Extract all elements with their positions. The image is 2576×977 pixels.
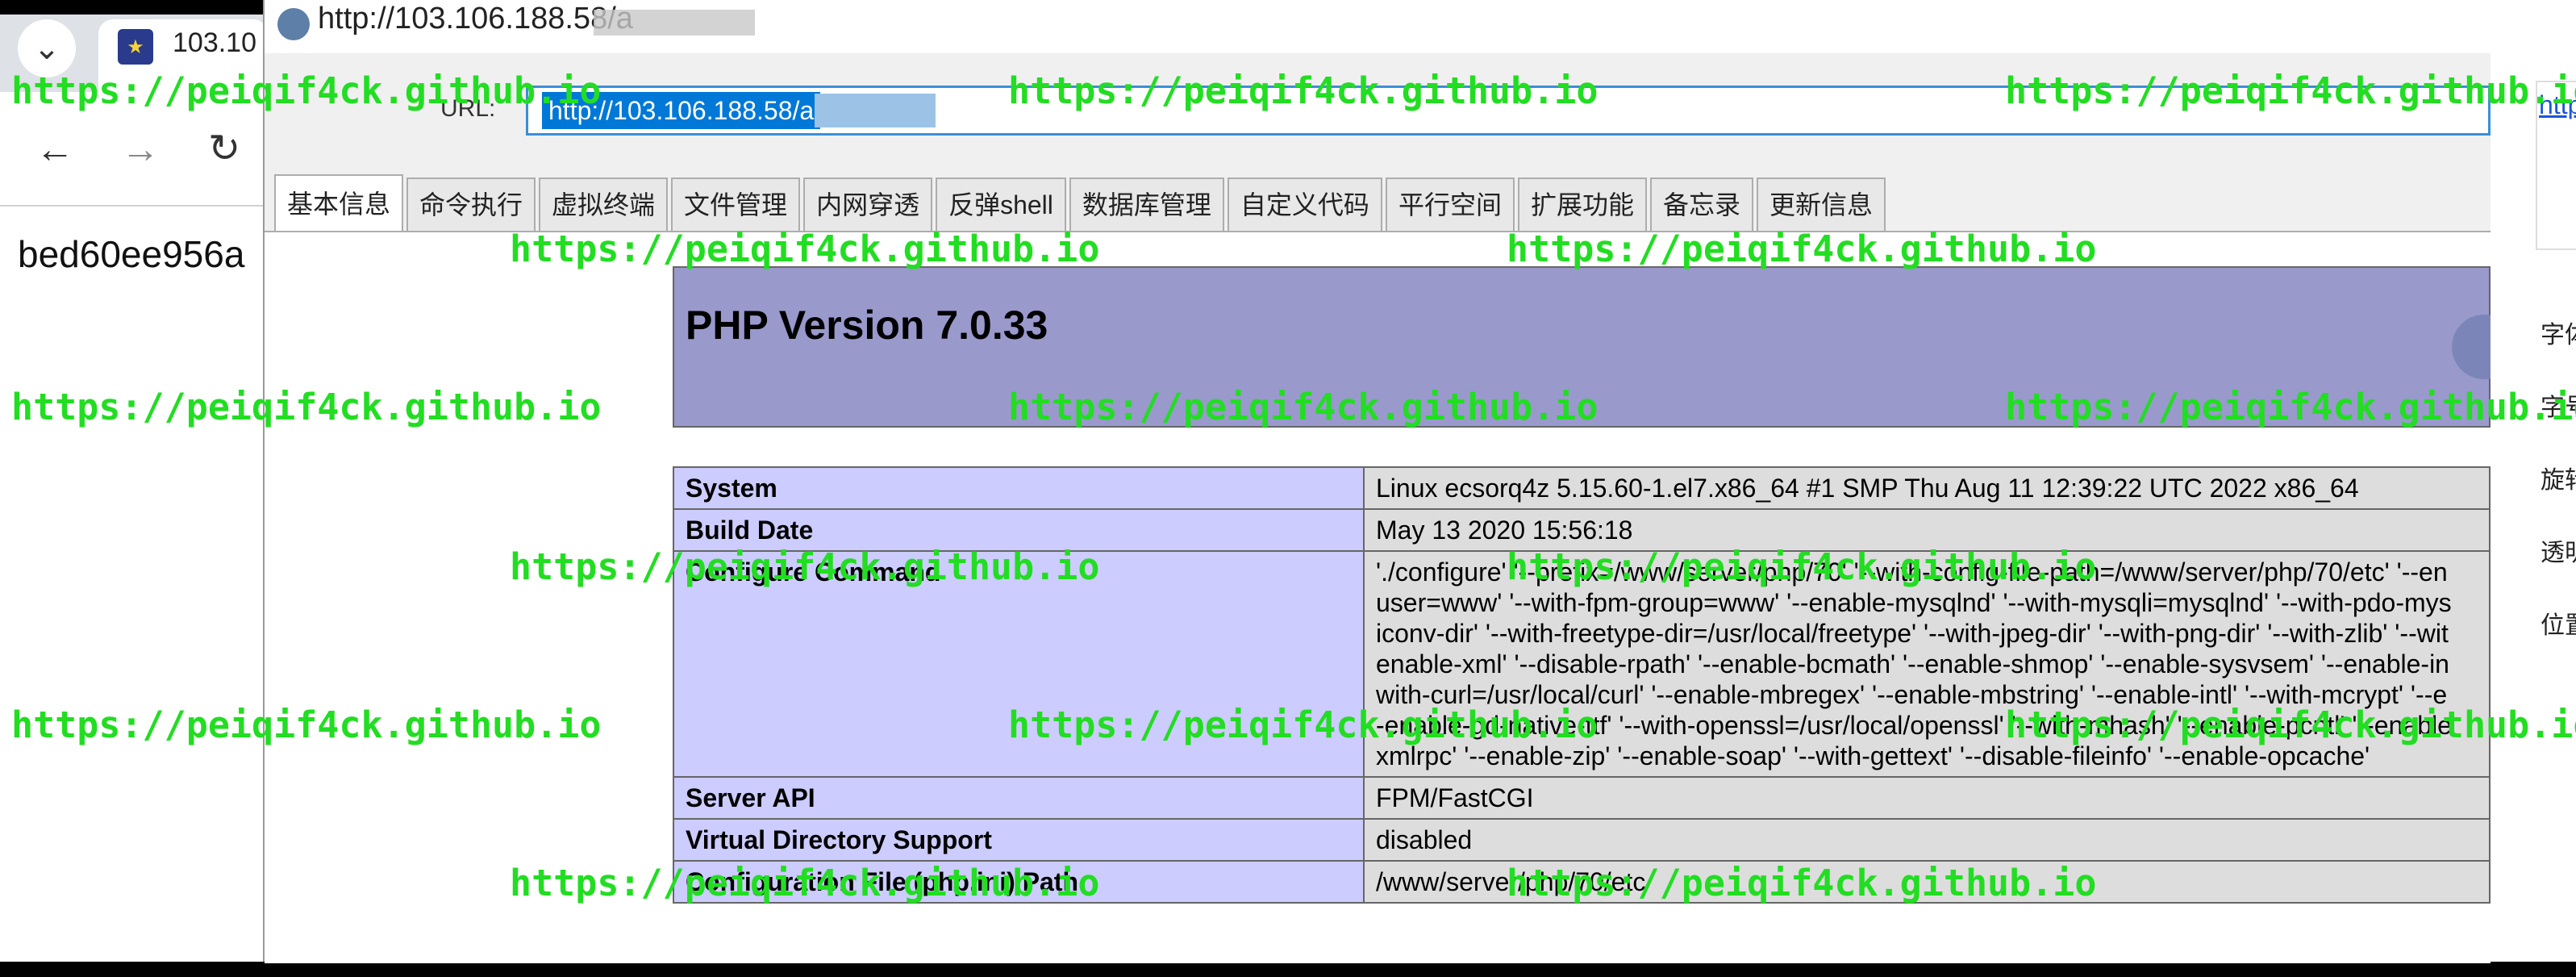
browser-tab-title: 103.10 <box>173 27 256 58</box>
side-label-size: 字号 <box>2541 395 2576 421</box>
side-label-opacity: 透明 <box>2541 540 2576 566</box>
tab-intranet-tunnel[interactable]: 内网穿透 <box>803 177 933 231</box>
tab-command-exec[interactable]: 命令执行 <box>406 177 536 231</box>
tab-memo[interactable]: 备忘录 <box>1649 177 1753 231</box>
chevron-down-icon: ⌄ <box>33 31 60 66</box>
tab-search-button[interactable]: ⌄ <box>18 19 76 77</box>
side-label-position: 位置 <box>2541 612 2576 639</box>
table-value: FPM/FastCGI <box>1363 776 2491 820</box>
redacted-blur <box>594 10 755 35</box>
tab-basic-info[interactable]: 基本信息 <box>274 174 404 231</box>
side-label-font: 字体 <box>2541 322 2576 349</box>
configure-line: iconv-dir' '--with-freetype-dir=/usr/loc… <box>1376 619 2449 648</box>
bottom-frame-bar <box>0 962 2576 977</box>
configure-line: with-curl=/usr/local/curl' '--enable-mbr… <box>1376 680 2448 709</box>
side-link[interactable]: http <box>2539 90 2576 120</box>
site-favicon-icon: ★ <box>118 29 153 65</box>
table-key: Build Date <box>673 508 1365 552</box>
phpinfo-table: System Linux ecsorq4z 5.15.60-1.el7.x86_… <box>673 466 2491 904</box>
configure-line: -enable-gd-native-ttf' '--with-openssl=/… <box>1376 711 2452 740</box>
table-key: Virtual Directory Support <box>673 818 1365 862</box>
configure-line: xmlrpc' '--enable-zip' '--enable-soap' '… <box>1376 741 2370 770</box>
side-label-rotate: 旋转 <box>2541 467 2576 494</box>
table-value: May 13 2020 15:56:18 <box>1363 508 2491 552</box>
table-key: Configure Command <box>673 550 1365 778</box>
table-key: Server API <box>673 776 1365 820</box>
table-value-configure: './configure' '--prefix=/www/server/php/… <box>1363 550 2491 778</box>
redacted-blur <box>815 94 936 127</box>
table-row: Server API FPM/FastCGI <box>673 776 2491 820</box>
table-row: Build Date May 13 2020 15:56:18 <box>673 508 2491 552</box>
window-title: http://103.106.188.58/a <box>318 2 633 35</box>
table-key: System <box>673 466 1365 510</box>
table-row: System Linux ecsorq4z 5.15.60-1.el7.x86_… <box>673 466 2491 510</box>
table-key: Configuration File (php.ini) Path <box>673 860 1365 904</box>
configure-line: user=www' '--with-fpm-group=www' '--enab… <box>1376 588 2452 617</box>
tab-virtual-terminal[interactable]: 虚拟终端 <box>539 177 669 231</box>
configure-line: enable-xml' '--disable-rpath' '--enable-… <box>1376 649 2449 678</box>
arrow-right-icon[interactable]: → <box>121 127 160 172</box>
table-value: disabled <box>1363 818 2491 862</box>
function-tabs: 基本信息 命令执行 虚拟终端 文件管理 内网穿透 反弹shell 数据库管理 自… <box>274 174 1886 232</box>
php-version-title: PHP Version 7.0.33 <box>686 303 1048 348</box>
tab-custom-code[interactable]: 自定义代码 <box>1227 177 1382 231</box>
url-input-value[interactable]: http://103.106.188.58/a <box>542 92 821 129</box>
table-row: Virtual Directory Support disabled <box>673 818 2491 862</box>
arrow-left-icon[interactable]: ← <box>35 127 74 172</box>
url-label: URL: <box>440 95 496 122</box>
tab-extensions[interactable]: 扩展功能 <box>1517 177 1647 231</box>
app-icon <box>277 8 310 40</box>
table-row: Configure Command './configure' '--prefi… <box>673 550 2491 778</box>
tab-parallel-space[interactable]: 平行空间 <box>1385 177 1515 231</box>
table-value: /www/server/php/70/etc <box>1363 860 2491 904</box>
table-value: Linux ecsorq4z 5.15.60-1.el7.x86_64 #1 S… <box>1363 466 2491 510</box>
tab-update-info[interactable]: 更新信息 <box>1756 177 1886 231</box>
page-text: bed60ee956a <box>18 233 245 275</box>
tab-file-manager[interactable]: 文件管理 <box>671 177 801 231</box>
reload-icon[interactable]: ↻ <box>208 126 240 171</box>
configure-line: './configure' '--prefix=/www/server/php/… <box>1376 557 2448 587</box>
tab-reverse-shell[interactable]: 反弹shell <box>936 177 1066 231</box>
table-row: Configuration File (php.ini) Path /www/s… <box>673 860 2491 904</box>
tab-database-manager[interactable]: 数据库管理 <box>1069 177 1224 231</box>
